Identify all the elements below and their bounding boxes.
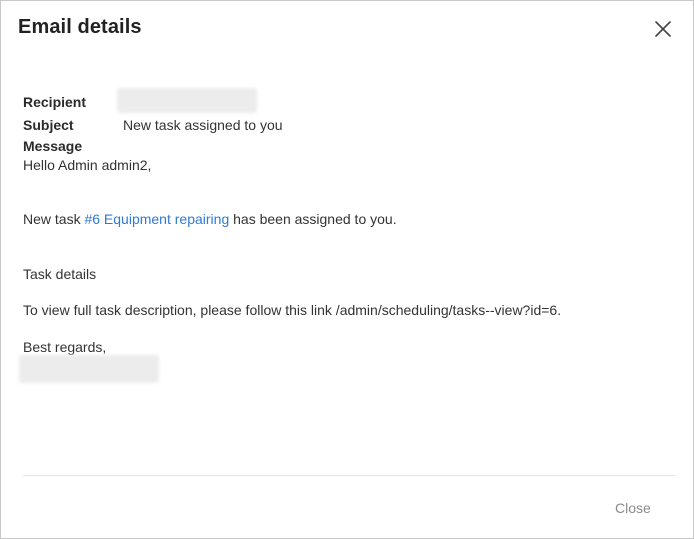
message-label: Message xyxy=(23,138,83,154)
close-icon[interactable] xyxy=(652,18,674,40)
email-details-dialog: Email details Recipient Subject New task… xyxy=(0,0,694,539)
assigned-prefix: New task xyxy=(23,211,85,227)
subject-label: Subject xyxy=(23,117,74,133)
subject-value: New task assigned to you xyxy=(123,117,283,133)
view-instructions: To view full task description, please fo… xyxy=(23,302,562,318)
recipient-value-redacted xyxy=(117,88,257,113)
task-details-heading: Task details xyxy=(23,266,97,282)
message-assigned-line: New task #6 Equipment repairing has been… xyxy=(23,211,397,227)
assigned-suffix: has been assigned to you. xyxy=(229,211,397,227)
sender-name-redacted xyxy=(19,355,159,383)
task-link[interactable]: #6 Equipment repairing xyxy=(84,211,229,227)
footer-divider xyxy=(23,475,676,476)
message-greeting: Hello Admin admin2, xyxy=(23,157,152,173)
dialog-title: Email details xyxy=(18,16,142,38)
recipient-label: Recipient xyxy=(23,94,87,110)
regards-text: Best regards, xyxy=(23,339,107,355)
close-button[interactable]: Close xyxy=(615,500,651,516)
